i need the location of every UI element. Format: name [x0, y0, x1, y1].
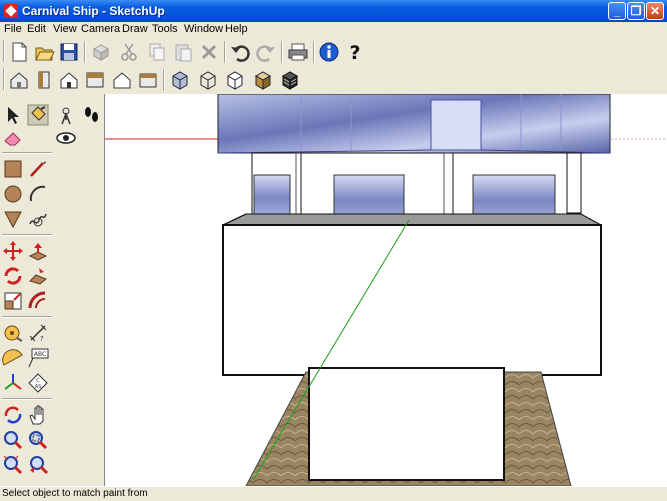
axes-icon[interactable] — [2, 372, 24, 394]
menu-view[interactable]: View — [53, 23, 77, 35]
status-bar: Select object to match paint from — [0, 486, 667, 501]
undo-icon[interactable] — [229, 41, 251, 63]
iso-view-icon[interactable] — [8, 69, 30, 91]
svg-text:?: ? — [349, 42, 360, 63]
toolbar-separator — [84, 41, 86, 63]
menu-tools[interactable]: Tools — [152, 23, 178, 35]
corridor-end — [430, 99, 482, 151]
save-icon[interactable] — [58, 41, 80, 63]
maximize-button[interactable]: ❐ — [627, 2, 645, 20]
text-icon[interactable]: ABC — [27, 347, 49, 369]
arc-icon[interactable] — [27, 183, 49, 205]
shaded-textures-icon[interactable] — [279, 69, 301, 91]
shaded-icon[interactable] — [252, 69, 274, 91]
move-icon[interactable] — [2, 240, 24, 262]
line-icon[interactable] — [27, 158, 49, 180]
look-around-icon[interactable] — [55, 127, 77, 149]
freehand-icon[interactable] — [27, 208, 49, 230]
circle-icon[interactable] — [2, 183, 24, 205]
select-icon[interactable] — [2, 104, 24, 126]
zoom-window-icon[interactable] — [27, 429, 49, 451]
wireframe-icon[interactable] — [197, 69, 219, 91]
upper-corridor — [217, 94, 611, 154]
3d-text-icon[interactable]: C AS — [27, 372, 49, 394]
svg-text:?: ? — [40, 335, 44, 343]
cut-icon[interactable] — [118, 41, 140, 63]
model-info-icon[interactable] — [318, 41, 340, 63]
minimize-button[interactable]: _ — [608, 2, 626, 20]
tape-measure-icon[interactable] — [2, 322, 24, 344]
top-view-icon[interactable] — [84, 69, 106, 91]
xray-icon[interactable] — [169, 69, 191, 91]
menu-bar: File Edit View Camera Draw Tools Window … — [0, 22, 667, 37]
model-viewport[interactable] — [104, 94, 667, 486]
main-block — [222, 224, 602, 376]
left-view-icon[interactable] — [137, 69, 159, 91]
rotate-icon[interactable] — [2, 265, 24, 287]
polygon-icon[interactable] — [2, 208, 24, 230]
menu-file[interactable]: File — [4, 23, 22, 35]
status-text: Select object to match paint from — [2, 488, 148, 499]
protractor-icon[interactable] — [2, 347, 24, 369]
right-view-icon[interactable] — [33, 69, 55, 91]
toolbar-separator — [224, 41, 226, 63]
toolbar-separator — [281, 41, 283, 63]
toolbar-separator — [313, 41, 315, 63]
views-toolbar — [0, 66, 667, 94]
dimension-icon[interactable]: ? — [27, 322, 49, 344]
menu-window[interactable]: Window — [184, 23, 223, 35]
model-scene — [105, 94, 667, 486]
toolbar-grip[interactable] — [3, 68, 5, 90]
standard-toolbar: ? — [0, 38, 667, 66]
close-button[interactable]: ✕ — [646, 2, 664, 20]
print-icon[interactable] — [287, 41, 309, 63]
help-icon[interactable]: ? — [344, 41, 366, 63]
app-icon[interactable] — [4, 4, 18, 18]
redo-icon[interactable] — [255, 41, 277, 63]
palette-divider — [2, 316, 52, 318]
eraser-icon[interactable] — [2, 127, 24, 149]
pan-icon[interactable] — [27, 404, 49, 426]
menu-help[interactable]: Help — [225, 23, 248, 35]
palette-divider — [2, 398, 52, 400]
zoom-extents-icon[interactable] — [2, 454, 24, 476]
back-view-icon[interactable] — [111, 69, 133, 91]
palette-divider — [2, 234, 52, 236]
follow-me-icon[interactable] — [27, 265, 49, 287]
paste-icon[interactable] — [172, 41, 194, 63]
offset-icon[interactable] — [27, 290, 49, 312]
tools-palette: ? ABC C AS — [0, 94, 98, 486]
menu-camera[interactable]: Camera — [81, 23, 120, 35]
make-component-icon[interactable] — [90, 41, 112, 63]
erase-icon[interactable] — [198, 41, 220, 63]
paint-bucket-icon[interactable] — [27, 104, 49, 126]
zoom-icon[interactable] — [2, 429, 24, 451]
copy-icon[interactable] — [146, 41, 168, 63]
make-component-icon[interactable] — [55, 104, 77, 126]
open-icon[interactable] — [33, 41, 55, 63]
menu-edit[interactable]: Edit — [27, 23, 46, 35]
svg-text:AS: AS — [35, 384, 42, 390]
toolbar-grip[interactable] — [3, 40, 5, 62]
front-view-icon[interactable] — [58, 69, 80, 91]
toolbar-separator — [163, 69, 165, 91]
window-title: Carnival Ship - SketchUp — [22, 4, 165, 18]
hidden-line-icon[interactable] — [224, 69, 246, 91]
push-pull-icon[interactable] — [27, 240, 49, 262]
new-icon[interactable] — [8, 41, 30, 63]
svg-text:ABC: ABC — [34, 351, 46, 358]
lower-block — [308, 367, 505, 481]
orbit-icon[interactable] — [2, 404, 24, 426]
title-bar: Carnival Ship - SketchUp _ ❐ ✕ — [0, 0, 667, 22]
palette-divider — [2, 152, 52, 154]
previous-view-icon[interactable] — [27, 454, 49, 476]
scale-icon[interactable] — [2, 290, 24, 312]
menu-draw[interactable]: Draw — [122, 23, 148, 35]
rectangle-icon[interactable] — [2, 158, 24, 180]
walk-icon[interactable] — [80, 104, 102, 126]
